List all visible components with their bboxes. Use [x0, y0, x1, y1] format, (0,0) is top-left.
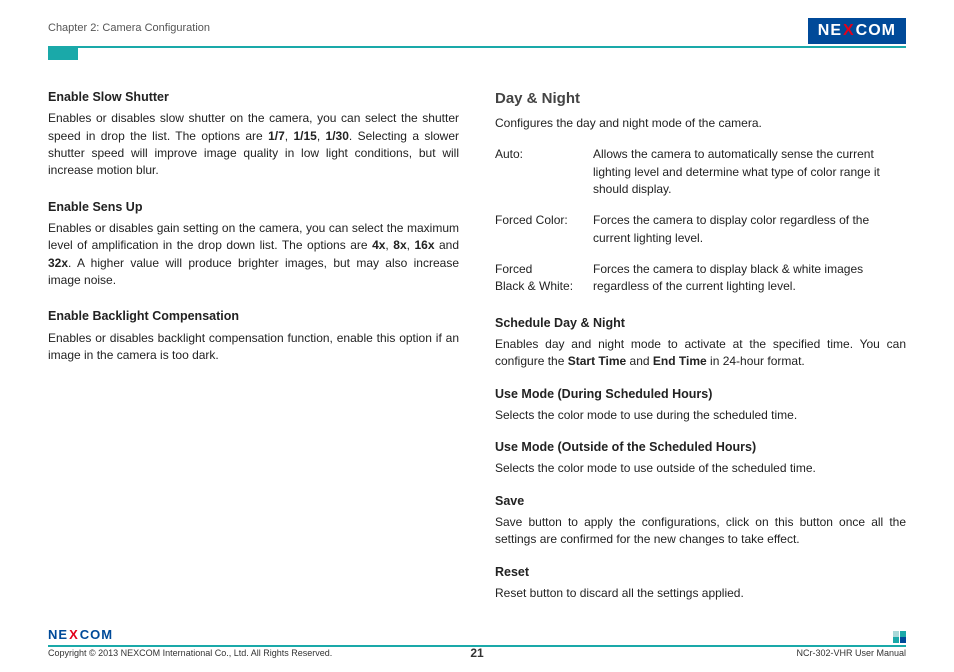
para-save: Save button to apply the configurations,… [495, 514, 906, 549]
heading-reset: Reset [495, 563, 906, 581]
content-area: Enable Slow Shutter Enables or disables … [48, 88, 906, 616]
heading-slow-shutter: Enable Slow Shutter [48, 88, 459, 106]
heading-use-mode-during: Use Mode (During Scheduled Hours) [495, 385, 906, 403]
para-reset: Reset button to discard all the settings… [495, 585, 906, 602]
definition-table: Auto: Allows the camera to automatically… [495, 146, 906, 296]
term-auto: Auto: [495, 146, 585, 198]
para-day-night-intro: Configures the day and night mode of the… [495, 115, 906, 132]
right-column: Day & Night Configures the day and night… [495, 88, 906, 616]
heading-backlight: Enable Backlight Compensation [48, 307, 459, 325]
heading-schedule: Schedule Day & Night [495, 314, 906, 332]
left-column: Enable Slow Shutter Enables or disables … [48, 88, 459, 616]
header-accent-tab [48, 48, 78, 60]
manual-name: NCr-302-VHR User Manual [796, 648, 906, 658]
desc-auto: Allows the camera to automatically sense… [593, 146, 906, 198]
page-header: Chapter 2: Camera Configuration NEXCOM [48, 18, 906, 48]
para-use-mode-during: Selects the color mode to use during the… [495, 407, 906, 424]
para-sens-up: Enables or disables gain setting on the … [48, 220, 459, 290]
term-forced-color: Forced Color: [495, 212, 585, 247]
para-slow-shutter: Enables or disables slow shutter on the … [48, 110, 459, 180]
chapter-title: Chapter 2: Camera Configuration [48, 18, 210, 34]
page-number: 21 [470, 646, 483, 660]
para-backlight: Enables or disables backlight compensati… [48, 330, 459, 365]
footer-logo: NEXCOM [48, 627, 113, 642]
desc-forced-bw: Forces the camera to display black & whi… [593, 261, 906, 296]
footer-decoration [893, 631, 906, 643]
heading-use-mode-outside: Use Mode (Outside of the Scheduled Hours… [495, 438, 906, 456]
heading-day-night: Day & Night [495, 88, 906, 110]
para-schedule: Enables day and night mode to activate a… [495, 336, 906, 371]
heading-save: Save [495, 492, 906, 510]
page-footer: NEXCOM Copyright © 2013 NEXCOM Internati… [48, 645, 906, 658]
term-forced-bw: Forced Black & White: [495, 261, 585, 296]
heading-sens-up: Enable Sens Up [48, 198, 459, 216]
nexcom-logo: NEXCOM [808, 18, 906, 44]
copyright-text: Copyright © 2013 NEXCOM International Co… [48, 648, 332, 658]
desc-forced-color: Forces the camera to display color regar… [593, 212, 906, 247]
para-use-mode-outside: Selects the color mode to use outside of… [495, 460, 906, 477]
